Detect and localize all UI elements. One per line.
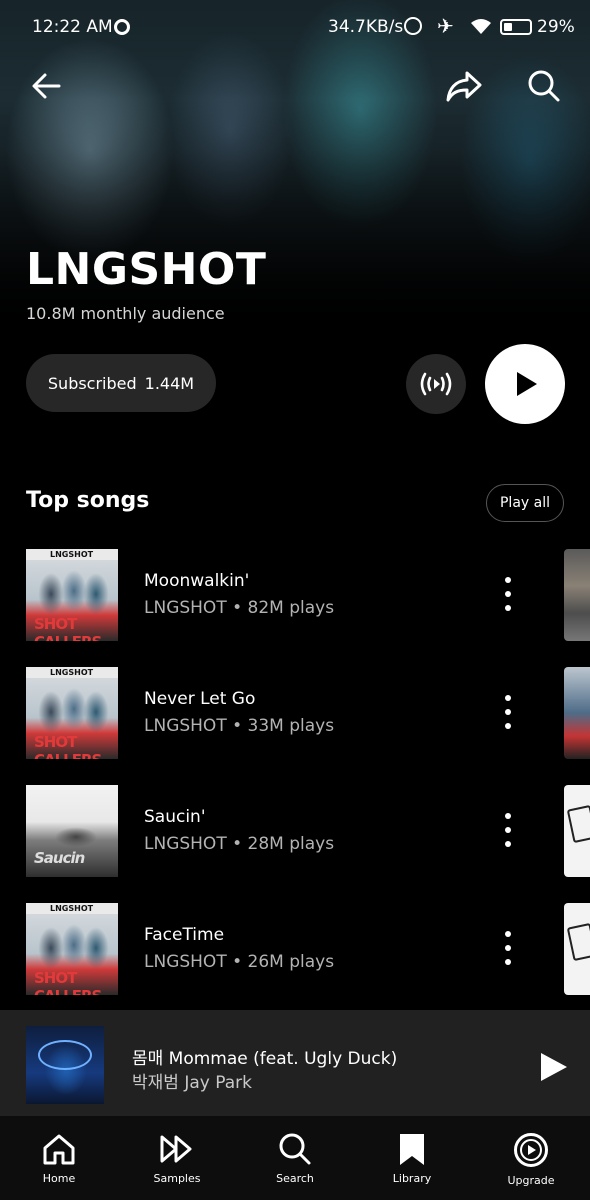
library-icon [400, 1134, 424, 1165]
radio-icon [420, 372, 452, 396]
home-icon [43, 1134, 75, 1165]
back-button[interactable] [24, 64, 68, 108]
network-speed: 34.7KB/s [328, 17, 404, 37]
next-column-album-art[interactable] [564, 549, 590, 641]
song-meta: LNGSHOT • 26M plays [144, 952, 335, 972]
now-playing-artist: 박재범 Jay Park [132, 1073, 252, 1093]
play-all-button[interactable]: Play all [486, 484, 564, 522]
share-icon [446, 71, 482, 102]
nav-upgrade[interactable]: Upgrade [486, 1116, 576, 1200]
album-art: LNGSHOT SHOT CALLERS [26, 549, 118, 641]
song-row[interactable]: Saucin Saucin' LNGSHOT • 28M plays [0, 785, 590, 885]
battery-icon [500, 19, 532, 35]
mini-play-icon[interactable] [536, 1050, 570, 1084]
next-column-album-art[interactable] [564, 785, 590, 877]
next-column-album-art[interactable] [564, 903, 590, 995]
subscriber-count: 1.44M [144, 373, 195, 393]
song-row[interactable]: LNGSHOT SHOT CALLERS Never Let Go LNGSHO… [0, 667, 590, 767]
wifi-icon [471, 19, 491, 34]
now-playing-album-art [26, 1026, 104, 1104]
nav-library[interactable]: Library [367, 1116, 457, 1200]
clock: 12:22 AM [32, 17, 113, 37]
subscribe-button[interactable]: Subscribed 1.44M [26, 354, 216, 412]
share-button[interactable] [442, 64, 486, 108]
song-title: Never Let Go [144, 689, 256, 709]
song-title: Moonwalkin' [144, 571, 250, 591]
alarm-icon [404, 17, 422, 35]
album-art: LNGSHOT SHOT CALLERS [26, 667, 118, 759]
more-options-icon[interactable] [496, 931, 520, 965]
nav-samples[interactable]: Samples [132, 1116, 222, 1200]
record-icon [114, 19, 130, 35]
artist-name: LNGSHOT [26, 244, 267, 295]
search-button[interactable] [522, 64, 566, 108]
airplane-icon: ✈ [437, 14, 454, 38]
play-button[interactable] [485, 344, 565, 424]
nav-home[interactable]: Home [14, 1116, 104, 1200]
monthly-audience: 10.8M monthly audience [26, 304, 225, 323]
back-arrow-icon [32, 73, 61, 99]
song-meta: LNGSHOT • 33M plays [144, 716, 335, 736]
more-options-icon[interactable] [496, 813, 520, 847]
subscribe-label: Subscribed [47, 373, 137, 393]
more-options-icon[interactable] [496, 695, 520, 729]
status-bar: 12:22 AM 34.7KB/s ✈ 29% [0, 0, 590, 56]
song-meta: LNGSHOT • 82M plays [144, 598, 335, 618]
search-icon [528, 70, 560, 102]
samples-icon [160, 1135, 192, 1163]
upgrade-icon [514, 1133, 548, 1167]
song-row[interactable]: LNGSHOT SHOT CALLERS FaceTime LNGSHOT • … [0, 903, 590, 1003]
more-options-icon[interactable] [496, 577, 520, 611]
song-title: Saucin' [144, 807, 206, 827]
bottom-navigation: Home Samples Search Library Upgrade [0, 1116, 590, 1200]
song-row[interactable]: LNGSHOT SHOT CALLERS Moonwalkin' LNGSHOT… [0, 549, 590, 649]
song-title: FaceTime [144, 925, 225, 945]
battery-percent: 29% [537, 17, 575, 37]
mini-player[interactable]: 몸매 Mommae (feat. Ugly Duck) 박재범 Jay Park [0, 1010, 590, 1116]
next-column-album-art[interactable] [564, 667, 590, 759]
now-playing-title: 몸매 Mommae (feat. Ugly Duck) [132, 1049, 398, 1069]
album-art: Saucin [26, 785, 118, 877]
section-title-top-songs: Top songs [26, 488, 150, 513]
album-art: LNGSHOT SHOT CALLERS [26, 903, 118, 995]
radio-button[interactable] [406, 354, 466, 414]
play-icon [517, 372, 537, 396]
nav-search[interactable]: Search [250, 1116, 340, 1200]
search-icon [279, 1133, 311, 1165]
song-meta: LNGSHOT • 28M plays [144, 834, 335, 854]
